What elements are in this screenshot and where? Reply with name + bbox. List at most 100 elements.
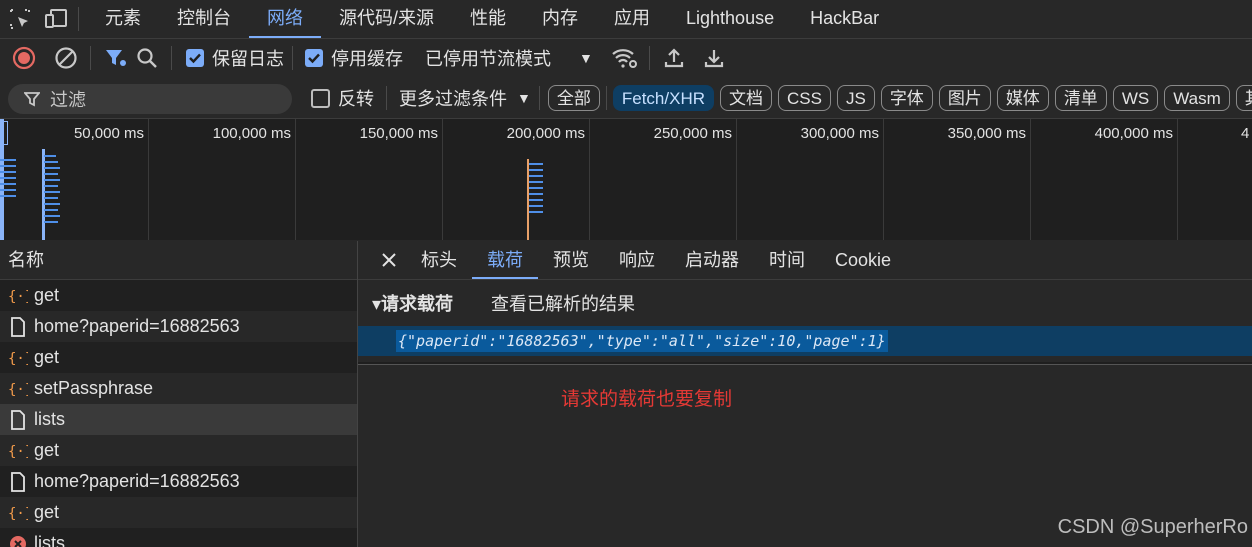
- request-row[interactable]: {·} get: [0, 497, 357, 528]
- request-bar: [0, 159, 16, 161]
- payload-section-header: ▾请求载荷 查看已解析的结果: [358, 280, 1252, 326]
- tab-initiator[interactable]: 启动器: [670, 241, 754, 279]
- payload-source-row[interactable]: {"paperid":"16882563","type":"all","size…: [358, 326, 1252, 356]
- timeline-tick: 100,000 ms: [148, 119, 296, 240]
- tab-hackbar[interactable]: HackBar: [792, 0, 897, 38]
- tab-elements[interactable]: 元素: [87, 0, 159, 38]
- request-name: lists: [34, 533, 65, 547]
- request-bar: [529, 181, 543, 183]
- request-payload-toggle[interactable]: ▾请求载荷: [372, 290, 453, 316]
- tab-sources[interactable]: 源代码/来源: [321, 0, 452, 38]
- disable-cache-checkbox[interactable]: 停用缓存: [305, 45, 403, 71]
- request-row-selected[interactable]: lists: [0, 404, 357, 435]
- request-bar: [44, 203, 60, 205]
- tab-application[interactable]: 应用: [596, 0, 668, 38]
- request-bar: [0, 165, 16, 167]
- section-divider: [358, 362, 1252, 365]
- stop-recording-button[interactable]: [8, 42, 40, 74]
- tab-payload[interactable]: 载荷: [472, 241, 538, 279]
- timeline-tick-label: 250,000 ms: [653, 125, 732, 142]
- tab-lighthouse[interactable]: Lighthouse: [668, 0, 792, 38]
- type-filter-ws[interactable]: WS: [1112, 85, 1159, 111]
- request-row[interactable]: {·} setPassphrase: [0, 373, 357, 404]
- request-bar: [0, 189, 16, 191]
- request-row[interactable]: {·} get: [0, 342, 357, 373]
- toolbar-divider: [538, 86, 540, 110]
- timeline-tick-label: 350,000 ms: [947, 125, 1026, 142]
- request-name: get: [34, 440, 60, 460]
- throttling-select[interactable]: 已停用节流模式 ▼: [425, 45, 593, 71]
- tab-console[interactable]: 控制台: [159, 0, 249, 38]
- import-har-button[interactable]: [658, 42, 690, 74]
- type-filter-font[interactable]: 字体: [880, 85, 933, 111]
- type-filter-wasm[interactable]: Wasm: [1164, 85, 1230, 111]
- close-detail-button[interactable]: [372, 241, 406, 279]
- download-icon: [704, 50, 723, 68]
- type-filter-all[interactable]: 全部: [547, 85, 600, 111]
- tab-network[interactable]: 网络: [249, 0, 321, 38]
- network-toolbar: 保留日志 停用缓存 已停用节流模式 ▼: [0, 39, 1252, 77]
- chevron-down-icon: ▼: [517, 90, 531, 106]
- toolbar-divider: [171, 46, 172, 70]
- timeline-tick: 350,000 ms: [883, 119, 1031, 240]
- type-filter-doc[interactable]: 文档: [720, 85, 772, 111]
- tab-timing[interactable]: 时间: [754, 241, 820, 279]
- filter-placeholder: 过滤: [50, 90, 86, 110]
- search-icon: [137, 48, 157, 68]
- toolbar-divider: [78, 7, 79, 31]
- network-overview-timeline[interactable]: 50,000 ms 100,000 ms 150,000 ms 200,000 …: [0, 119, 1252, 240]
- svg-text:{·}: {·}: [8, 506, 28, 522]
- invert-checkbox[interactable]: 反转: [311, 85, 374, 111]
- clear-button[interactable]: [50, 42, 82, 74]
- payload-source-text[interactable]: {"paperid":"16882563","type":"all","size…: [396, 330, 888, 352]
- request-row[interactable]: lists: [0, 528, 357, 547]
- request-bar: [44, 215, 60, 217]
- type-filter-img[interactable]: 图片: [938, 85, 991, 111]
- timeline-drag-handle[interactable]: [3, 121, 8, 145]
- tab-memory[interactable]: 内存: [524, 0, 596, 38]
- network-conditions-button[interactable]: [609, 42, 641, 74]
- tab-response[interactable]: 响应: [604, 241, 670, 279]
- filter-bar: 过滤 反转 更多过滤条件 ▼ 全部 Fetch/XHR 文档 CSS JS 字体…: [0, 78, 1252, 119]
- request-bar: [0, 177, 16, 179]
- toolbar-divider: [386, 86, 387, 110]
- request-bar: [529, 169, 543, 171]
- tab-preview[interactable]: 预览: [538, 241, 604, 279]
- type-filter-fetch-xhr[interactable]: Fetch/XHR: [612, 85, 714, 111]
- request-row[interactable]: home?paperid=16882563: [0, 311, 357, 342]
- more-filters-label: 更多过滤条件: [399, 89, 507, 109]
- request-row[interactable]: home?paperid=16882563: [0, 466, 357, 497]
- preserve-log-checkbox[interactable]: 保留日志: [186, 45, 284, 71]
- view-parsed-link[interactable]: 查看已解析的结果: [491, 290, 635, 316]
- request-row[interactable]: {·} get: [0, 435, 357, 466]
- name-column-header[interactable]: 名称: [0, 241, 357, 280]
- request-name: lists: [34, 409, 65, 429]
- tab-cookies[interactable]: Cookie: [820, 241, 906, 279]
- tab-performance[interactable]: 性能: [452, 0, 524, 38]
- timeline-tick-label: 200,000 ms: [506, 125, 585, 142]
- xhr-icon: {·}: [8, 348, 28, 368]
- tab-headers[interactable]: 标头: [406, 241, 472, 279]
- more-filters-dropdown[interactable]: 更多过滤条件 ▼: [399, 85, 531, 111]
- export-har-button[interactable]: [698, 42, 730, 74]
- timeline-tick-label: 4: [1241, 125, 1250, 142]
- timeline-tick: 4: [1177, 119, 1252, 240]
- type-filter-other[interactable]: 其: [1235, 85, 1252, 111]
- type-filter-js[interactable]: JS: [836, 85, 875, 111]
- timeline-tick-label: 300,000 ms: [800, 125, 879, 142]
- filter-icon: [106, 50, 126, 66]
- type-filter-manifest[interactable]: 清单: [1054, 85, 1107, 111]
- type-filter-css[interactable]: CSS: [778, 85, 831, 111]
- search-button[interactable]: [131, 42, 163, 74]
- request-row[interactable]: {·} get: [0, 280, 357, 311]
- request-list: 名称 {·} get home?paperid=16882563 {·} get…: [0, 241, 358, 547]
- type-filter-media[interactable]: 媒体: [996, 85, 1049, 111]
- inspect-element-icon[interactable]: [6, 5, 34, 33]
- filter-toggle-button[interactable]: [99, 42, 131, 74]
- request-name: get: [34, 285, 60, 305]
- timeline-tick: 50,000 ms: [0, 119, 149, 240]
- filter-input[interactable]: 过滤: [8, 84, 292, 114]
- chevron-down-icon: ▼: [579, 50, 593, 66]
- device-toolbar-icon[interactable]: [42, 5, 70, 33]
- request-name: get: [34, 502, 60, 522]
